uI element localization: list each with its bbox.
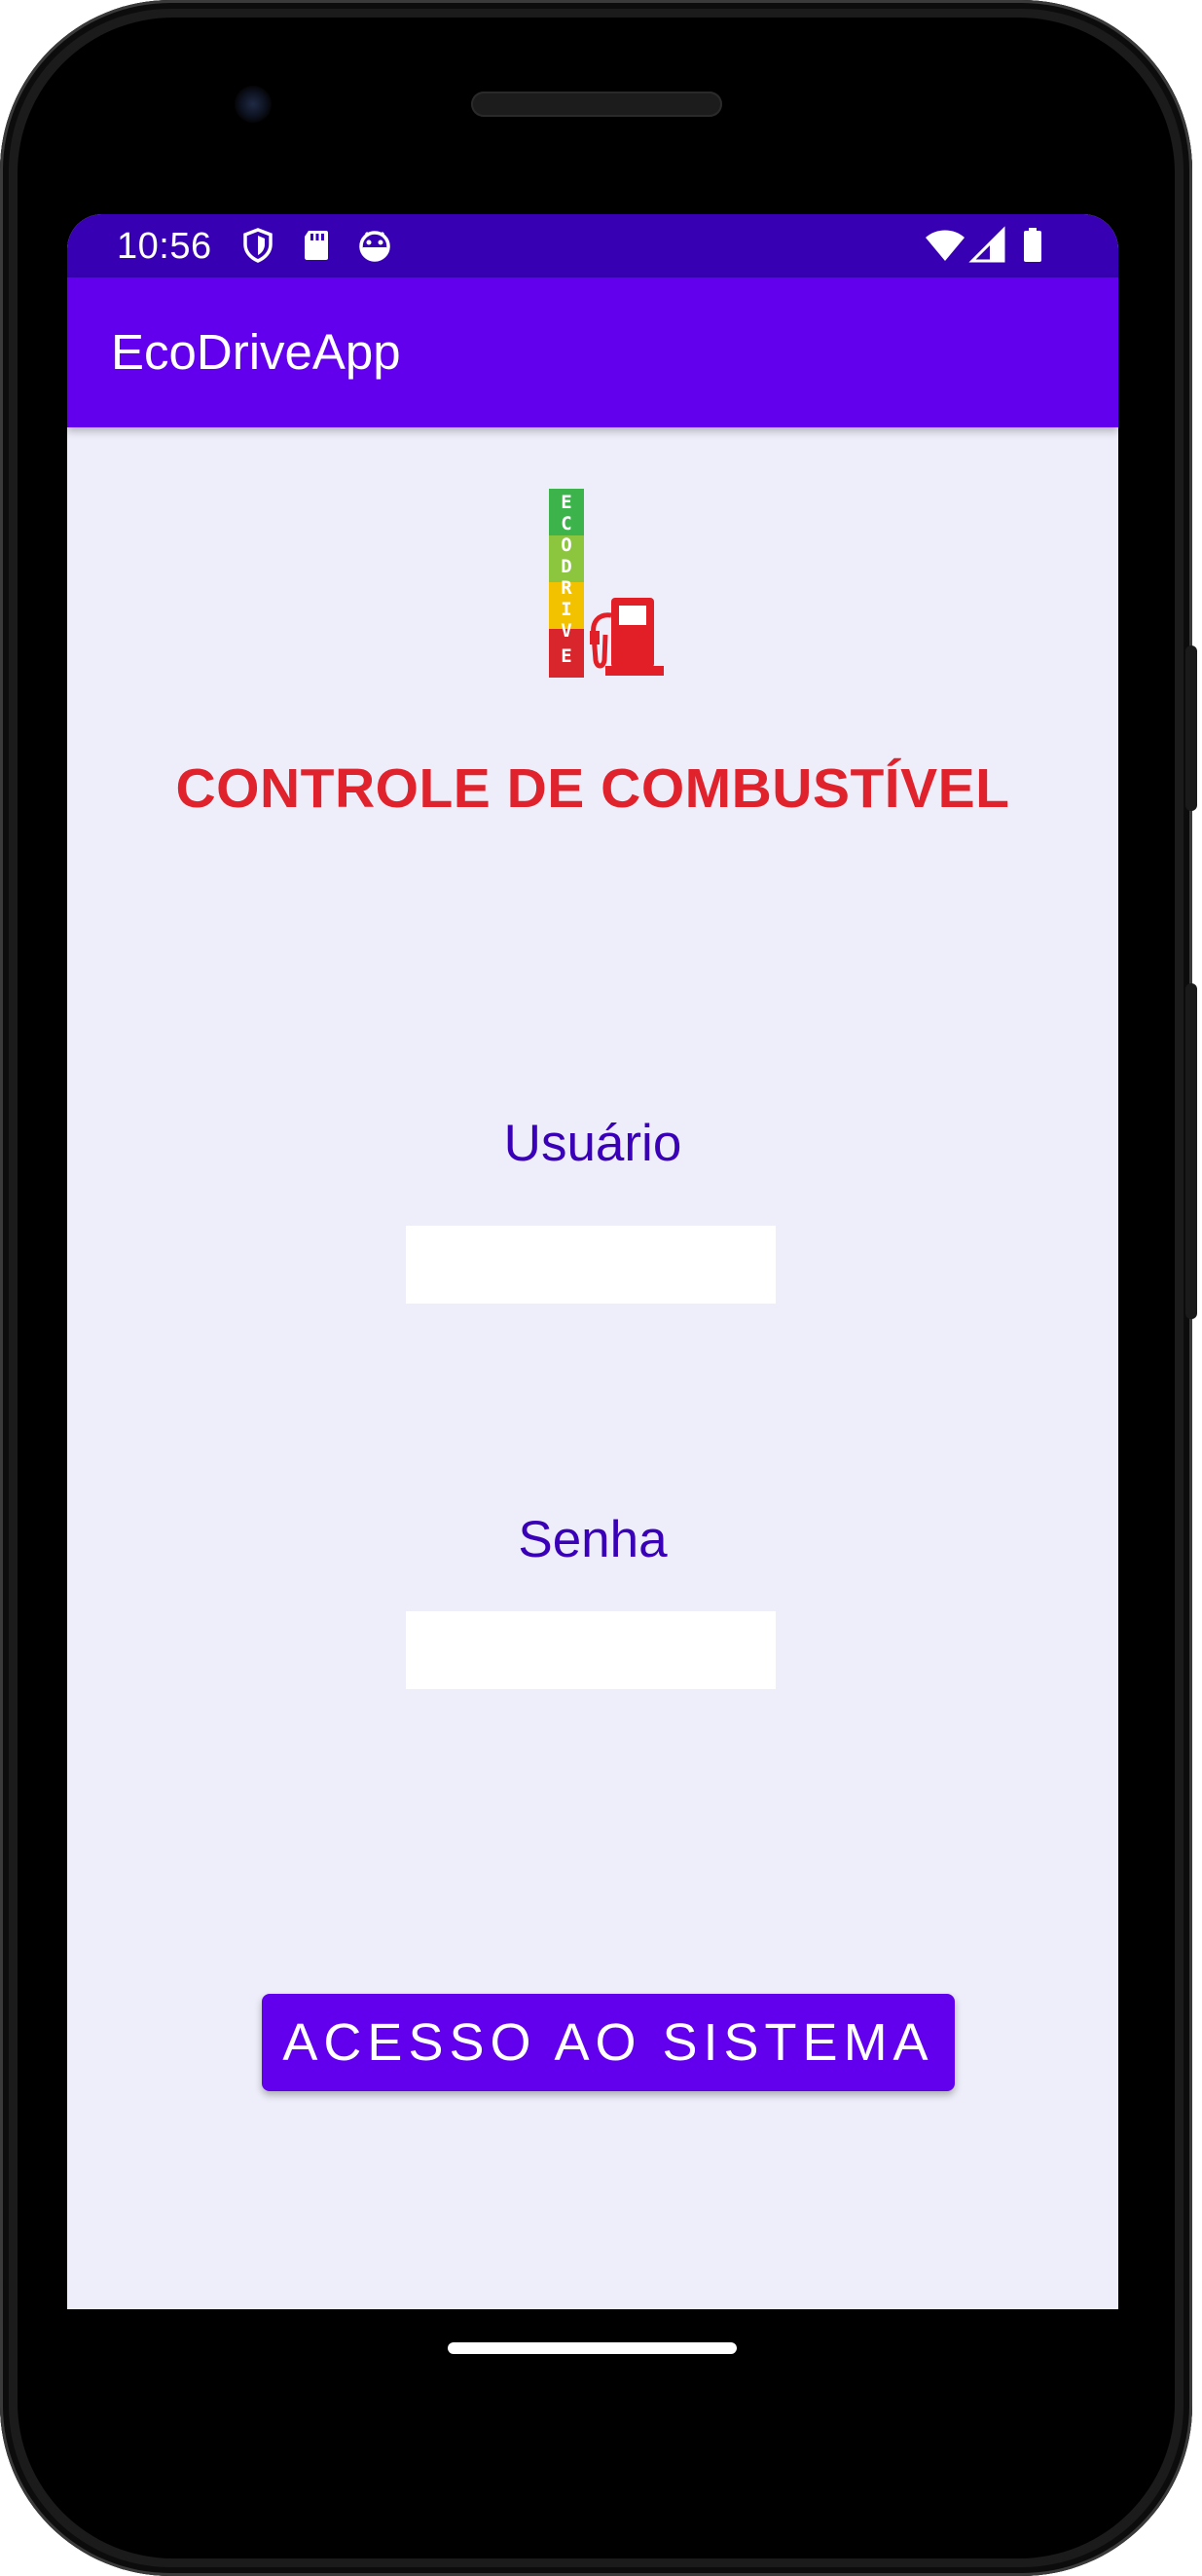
page-headline: CONTROLE DE COMBUSTÍVEL	[175, 757, 1010, 820]
svg-text:D: D	[561, 556, 571, 577]
app-title: EcoDriveApp	[111, 324, 401, 380]
system-navigation-bar	[67, 2309, 1118, 2432]
username-label: Usuário	[503, 1115, 682, 1172]
cellular-signal-icon	[968, 226, 1005, 263]
battery-icon	[1024, 228, 1041, 262]
earpiece-speaker	[471, 92, 722, 117]
status-time: 10:56	[117, 226, 212, 267]
password-input[interactable]	[406, 1611, 776, 1689]
svg-text:E: E	[561, 492, 571, 513]
volume-button	[1185, 983, 1197, 1319]
svg-text:C: C	[561, 513, 571, 534]
login-button[interactable]: ACESSO AO SISTEMA	[262, 1994, 955, 2091]
svg-text:O: O	[561, 534, 571, 556]
svg-text:V: V	[561, 620, 571, 642]
shield-icon	[243, 228, 273, 263]
ecodrive-logo-icon: E C O D R I V E	[549, 489, 664, 678]
password-label: Senha	[518, 1511, 668, 1568]
home-gesture-handle[interactable]	[448, 2342, 737, 2354]
wifi-icon	[926, 230, 965, 261]
front-camera-icon	[235, 86, 272, 123]
status-bar: 10:56	[67, 214, 1118, 277]
app-bar: EcoDriveApp	[67, 277, 1118, 427]
power-button	[1185, 645, 1197, 811]
username-input[interactable]	[406, 1226, 776, 1304]
sd-card-icon	[305, 231, 328, 260]
svg-text:R: R	[561, 577, 572, 599]
svg-text:E: E	[561, 645, 571, 667]
svg-text:I: I	[561, 599, 571, 620]
device-screen: 10:56 EcoDriveApp E C O D R I V E CONTRO…	[67, 214, 1118, 2309]
android-robot-icon	[359, 231, 390, 262]
